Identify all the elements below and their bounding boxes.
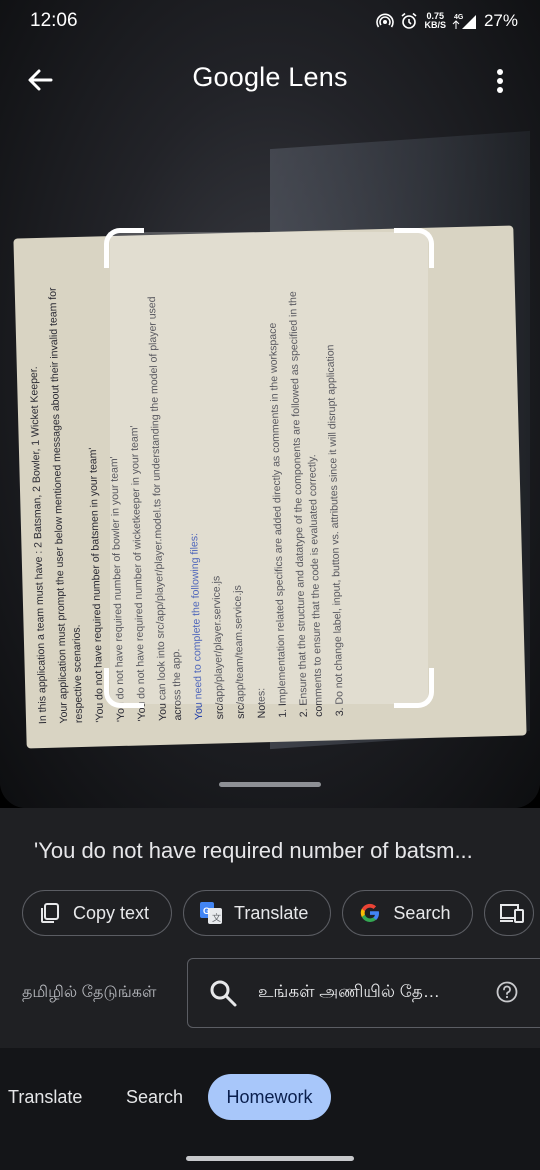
copy-text-chip[interactable]: Copy text (22, 890, 173, 936)
translate-label: Translate (234, 902, 309, 923)
action-chips: Copy text G文 Translate Search (22, 890, 535, 936)
app-title-lens: Lens (288, 62, 348, 92)
tab-translate[interactable]: Translate (8, 1074, 82, 1120)
status-icons: 0.75 KB/S 4G 27% (376, 11, 518, 31)
google-translate-icon: G文 (198, 900, 224, 926)
status-time: 12:06 (30, 10, 78, 31)
translate-chip[interactable]: G文 Translate (183, 890, 332, 936)
search-label: Search (393, 902, 451, 923)
battery-level: 27% (483, 11, 518, 30)
more-vert-icon (497, 69, 503, 93)
devices-chip[interactable] (484, 890, 535, 936)
network-speed: 0.75 KB/S (424, 12, 446, 30)
alarm-icon (400, 12, 418, 30)
more-options-button[interactable] (486, 64, 514, 98)
selection-corner-top-left[interactable] (104, 228, 144, 268)
mode-tabs: Translate Search Homework (0, 1048, 540, 1170)
selection-highlight[interactable] (110, 232, 428, 704)
svg-text:G: G (203, 906, 210, 916)
doc-line: Your application must prompt the user be… (46, 287, 86, 724)
search-in-tamil-label: தமிழில் தேடுங்கள் (22, 984, 157, 1001)
app-title-google: Google (192, 62, 281, 92)
net-speed-unit: KB/S (424, 20, 446, 30)
svg-text:4G: 4G (454, 14, 464, 21)
copy-text-label: Copy text (73, 902, 150, 923)
search-query: உங்கள் அணியில் தேவை... (258, 982, 468, 1001)
sheet-drag-handle[interactable] (219, 782, 321, 787)
copy-icon (37, 900, 63, 926)
tab-homework[interactable]: Homework (208, 1074, 331, 1120)
hotspot-icon (376, 12, 395, 30)
app-bar: Google Lens (0, 48, 540, 112)
svg-text:文: 文 (212, 912, 221, 923)
selected-text-preview[interactable]: 'You do not have required number of bats… (34, 838, 514, 864)
selection-corner-top-right[interactable] (394, 228, 434, 268)
results-sheet: 'You do not have required number of bats… (0, 808, 540, 1048)
signal-icon: 4G (452, 12, 478, 30)
search-icon (208, 978, 238, 1008)
gesture-home-bar[interactable] (186, 1156, 354, 1161)
search-chip[interactable]: Search (342, 890, 474, 936)
status-bar: 12:06 0.75 KB/S 4G 27% (0, 0, 540, 42)
tamil-search-box[interactable]: உங்கள் அணியில் தேவை... (187, 958, 540, 1028)
google-g-icon (357, 900, 383, 926)
app-title: Google Lens (0, 62, 540, 93)
devices-icon (499, 900, 525, 926)
help-icon[interactable] (496, 981, 518, 1003)
selection-corner-bottom-left[interactable] (104, 668, 144, 708)
tab-search[interactable]: Search (126, 1074, 183, 1120)
selection-corner-bottom-right[interactable] (394, 668, 434, 708)
camera-viewport[interactable]: In this application a team must have : 2… (0, 0, 540, 808)
